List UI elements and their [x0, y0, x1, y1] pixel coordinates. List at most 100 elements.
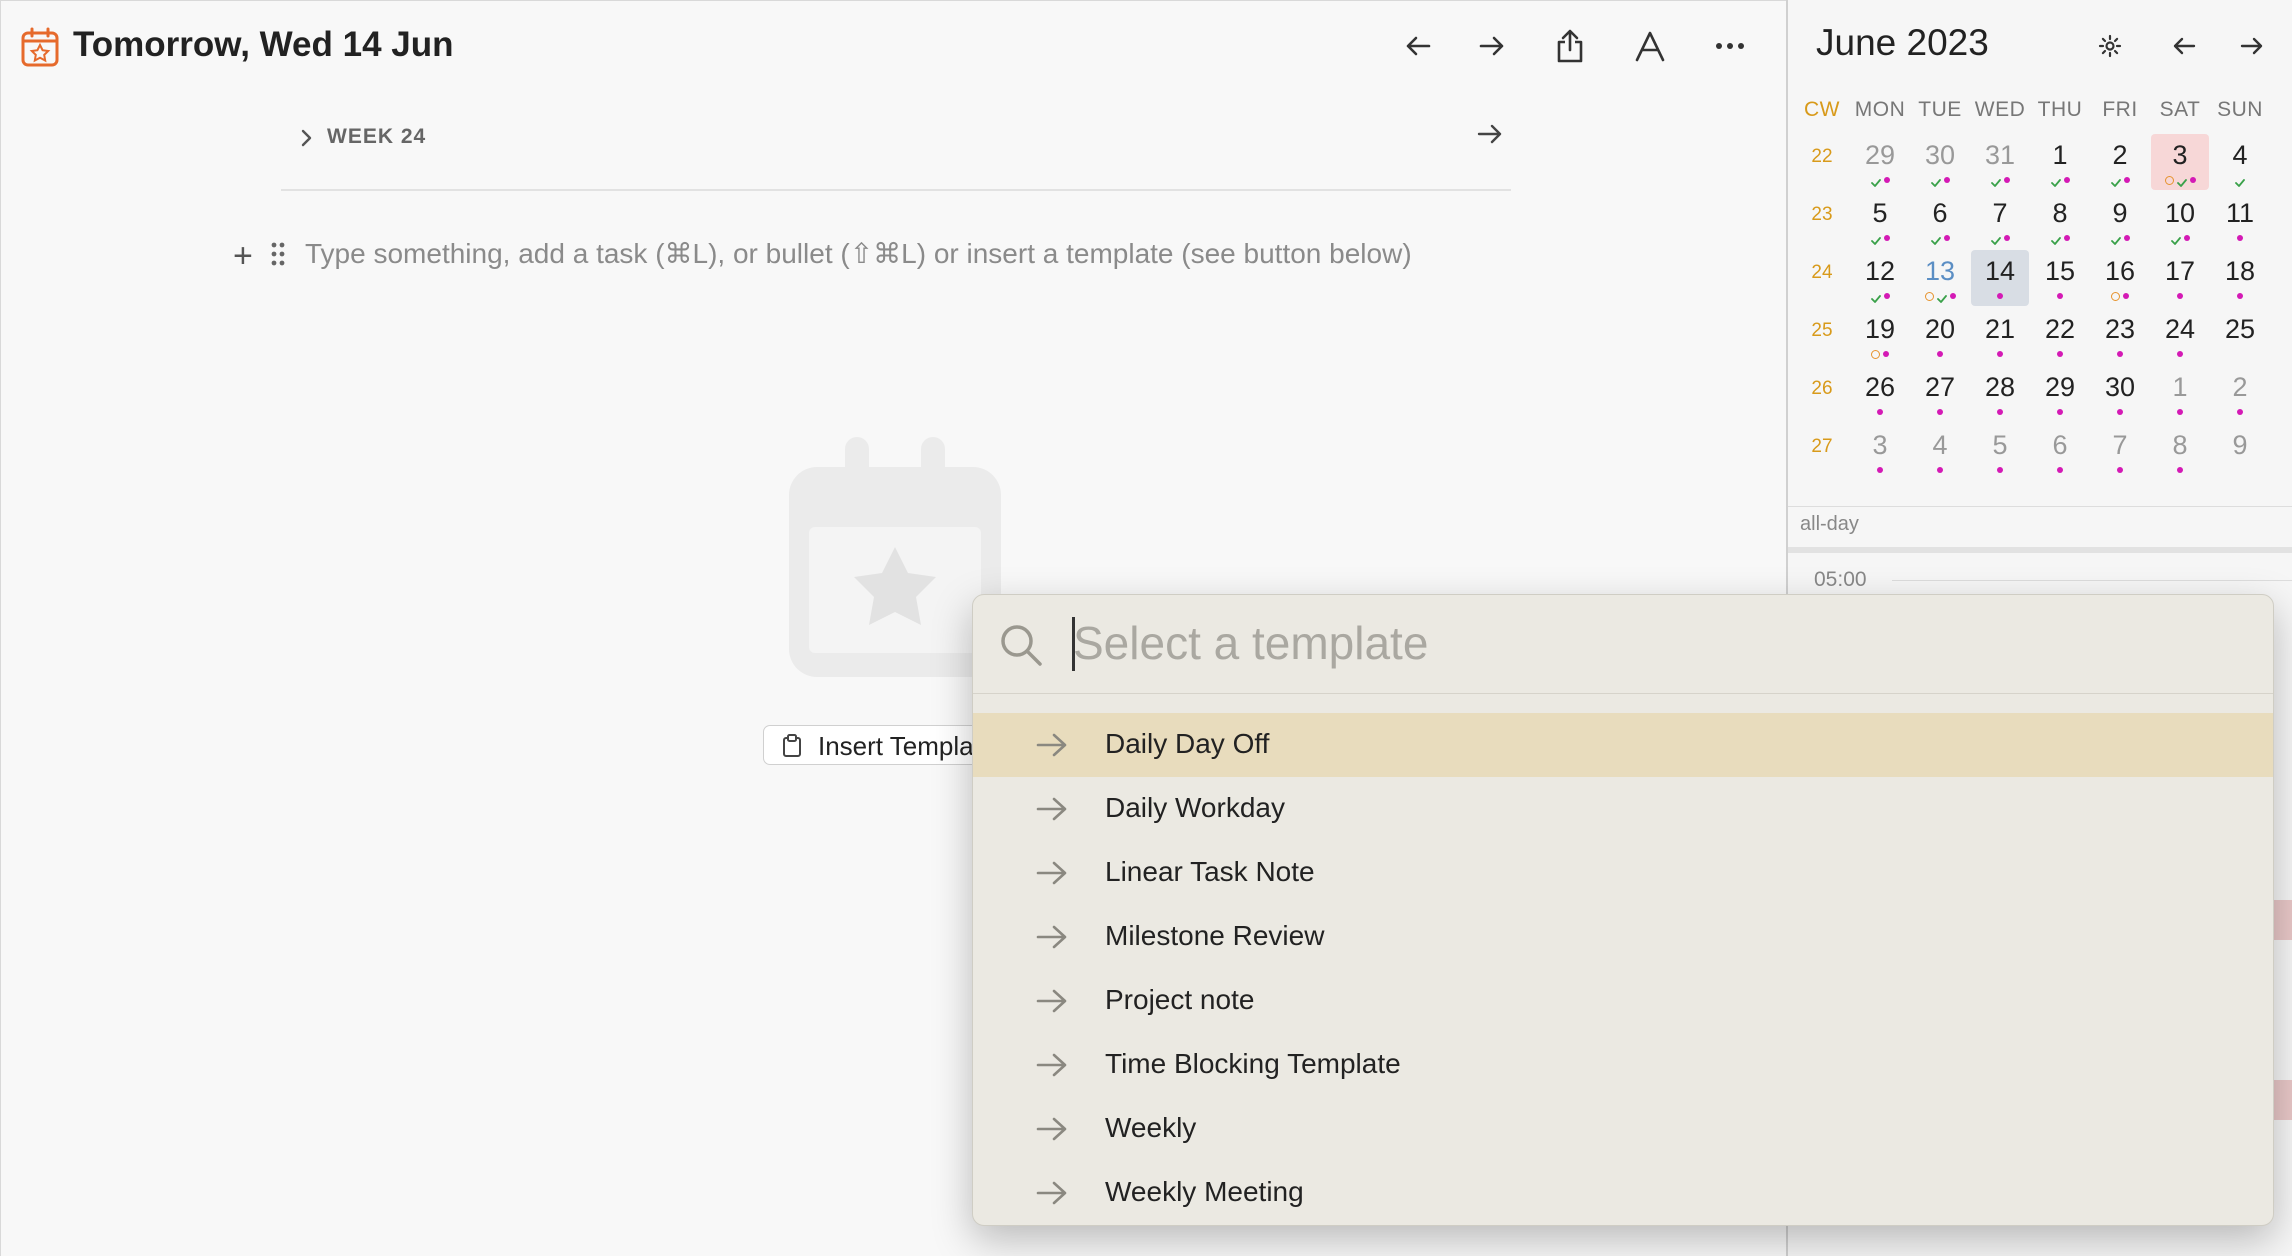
chevron-right-icon[interactable]	[299, 127, 313, 149]
calendar-day[interactable]: 13	[1911, 250, 1969, 306]
calendar-day[interactable]: 7	[1971, 192, 2029, 248]
calendar-day[interactable]: 9	[2091, 192, 2149, 248]
calendar-day[interactable]: 23	[2091, 308, 2149, 364]
event-dot-icon	[2177, 467, 2183, 473]
calendar-day[interactable]: 24	[2151, 308, 2209, 364]
back-button[interactable]	[1395, 23, 1441, 69]
calendar-day[interactable]: 30	[1911, 134, 1969, 190]
calendar-day[interactable]: 15	[2031, 250, 2089, 306]
day-markers	[1971, 406, 2029, 418]
forward-button[interactable]	[1469, 23, 1515, 69]
calendar-day[interactable]: 14	[1971, 250, 2029, 306]
calendar-day[interactable]: 17	[2151, 250, 2209, 306]
calendar-day[interactable]: 5	[1971, 424, 2029, 480]
event-dot-icon	[1937, 351, 1943, 357]
calendar-day[interactable]: 29	[2031, 366, 2089, 422]
open-week-arrow-icon[interactable]	[1477, 123, 1503, 145]
next-month-button[interactable]	[2232, 26, 2272, 66]
open-task-circle-icon	[2164, 175, 2174, 185]
font-button[interactable]	[1627, 23, 1673, 69]
calendar-day[interactable]: 3	[1851, 424, 1909, 480]
calendar-week-number[interactable]: 26	[1802, 378, 1842, 400]
calendar-day[interactable]: 25	[2211, 308, 2269, 364]
calendar-day[interactable]: 6	[1911, 192, 1969, 248]
template-item[interactable]: Project note	[973, 969, 2273, 1033]
calendar-day[interactable]: 20	[1911, 308, 1969, 364]
previous-month-button[interactable]	[2164, 26, 2204, 66]
event-dot-icon	[2003, 177, 2010, 183]
template-search-bar	[973, 595, 2273, 694]
day-markers	[2091, 290, 2149, 302]
calendar-day[interactable]: 1	[2151, 366, 2209, 422]
add-block-button[interactable]: +	[233, 237, 253, 276]
calendar-day[interactable]: 9	[2211, 424, 2269, 480]
calendar-day[interactable]: 1	[2031, 134, 2089, 190]
template-item[interactable]: Daily Day Off	[973, 713, 2273, 777]
calendar-day[interactable]: 26	[1851, 366, 1909, 422]
template-search-input[interactable]	[1073, 611, 2173, 675]
day-markers	[1851, 348, 1909, 360]
calendar-day[interactable]: 27	[1911, 366, 1969, 422]
calendar-week-number[interactable]: 22	[1802, 146, 1842, 168]
calendar-day[interactable]: 21	[1971, 308, 2029, 364]
calendar-day[interactable]: 11	[2211, 192, 2269, 248]
day-markers	[2091, 464, 2149, 476]
calendar-day[interactable]: 18	[2211, 250, 2269, 306]
event-dot-icon	[1949, 293, 1956, 299]
calendar-day[interactable]: 7	[2091, 424, 2149, 480]
calendar-settings-button[interactable]	[2090, 26, 2130, 66]
editor-placeholder[interactable]: Type something, add a task (⌘L), or bull…	[305, 237, 1412, 270]
calendar-day[interactable]: 2	[2211, 366, 2269, 422]
calendar-day[interactable]: 19	[1851, 308, 1909, 364]
week-reference-row[interactable]: WEEK 24	[281, 119, 1511, 191]
share-button[interactable]	[1547, 23, 1593, 69]
calendar-day[interactable]: 8	[2031, 192, 2089, 248]
calendar-week-number[interactable]: 23	[1802, 204, 1842, 226]
calendar-day-number: 19	[1864, 314, 1896, 344]
calendar-week-number[interactable]: 24	[1802, 262, 1842, 284]
calendar-day[interactable]: 4	[2211, 134, 2269, 190]
insert-template-button[interactable]: Insert Templa	[763, 725, 1003, 765]
calendar-day[interactable]: 28	[1971, 366, 2029, 422]
day-markers	[1911, 174, 1969, 187]
arrow-right-icon	[1036, 797, 1067, 821]
drag-handle-icon[interactable]	[271, 241, 285, 267]
template-item[interactable]: Weekly	[973, 1097, 2273, 1161]
calendar-day[interactable]: 5	[1851, 192, 1909, 248]
calendar-day-number: 30	[2104, 372, 2136, 402]
template-item[interactable]: Time Blocking Template	[973, 1033, 2273, 1097]
calendar-day-number: 2	[2232, 372, 2248, 402]
calendar-day-number: 16	[2104, 256, 2136, 286]
template-item[interactable]: Linear Task Note	[973, 841, 2273, 905]
template-item[interactable]: Milestone Review	[973, 905, 2273, 969]
template-item[interactable]: Weekly Meeting	[973, 1161, 2273, 1225]
calendar-day[interactable]: 22	[2031, 308, 2089, 364]
day-markers	[1911, 464, 1969, 476]
insert-template-label: Insert Templa	[818, 731, 974, 761]
calendar-day[interactable]: 3	[2151, 134, 2209, 190]
calendar-day[interactable]: 31	[1971, 134, 2029, 190]
template-item-label: Weekly	[1105, 1112, 1197, 1143]
open-task-circle-icon	[2111, 291, 2120, 301]
calendar-day[interactable]: 29	[1851, 134, 1909, 190]
calendar-day[interactable]: 12	[1851, 250, 1909, 306]
calendar-day[interactable]: 10	[2151, 192, 2209, 248]
calendar-day[interactable]: 8	[2151, 424, 2209, 480]
calendar-day[interactable]: 16	[2091, 250, 2149, 306]
calendar-week-number[interactable]: 27	[1802, 436, 1842, 458]
calendar-day[interactable]: 6	[2031, 424, 2089, 480]
day-markers	[1851, 406, 1909, 418]
arrow-right-icon	[1479, 36, 1504, 56]
calendar-day-number: 5	[1872, 198, 1888, 228]
calendar-day[interactable]: 30	[2091, 366, 2149, 422]
calendar-week-header: CW	[1804, 98, 1840, 121]
open-task-circle-icon	[1924, 291, 1934, 301]
calendar-week-number[interactable]: 25	[1802, 320, 1842, 342]
calendar-day[interactable]: 4	[1911, 424, 1969, 480]
template-item[interactable]: Daily Workday	[973, 777, 2273, 841]
event-dot-icon	[1997, 409, 2003, 415]
calendar-day-number: 22	[2044, 314, 2076, 344]
more-button[interactable]	[1707, 23, 1753, 69]
template-item-label: Project note	[1105, 984, 1255, 1015]
calendar-day[interactable]: 2	[2091, 134, 2149, 190]
